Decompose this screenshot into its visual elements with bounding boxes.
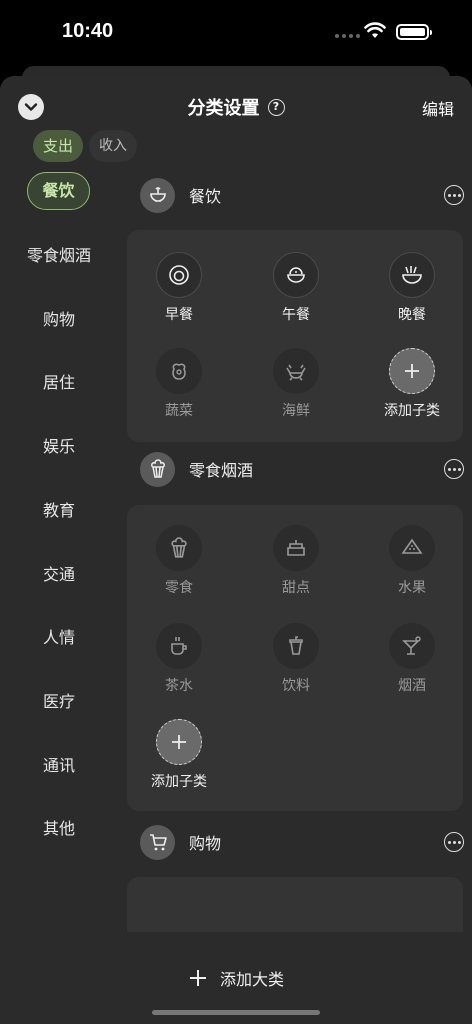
dinner-icon (389, 252, 435, 298)
drink-icon (273, 623, 319, 669)
subcategory-label: 晚餐 (398, 307, 426, 323)
category-settings-sheet: 分类设置? 编辑 支出 收入 餐饮 零食烟酒 购物 居住 娱乐 教育 交通 人情… (0, 76, 472, 1024)
subcategory-tea[interactable]: 茶水 (134, 623, 224, 695)
subcategory-drink[interactable]: 饮料 (251, 623, 341, 695)
subcategory-panel: 餐饮 早餐 午餐 晚餐 蔬菜 海鲜 添加子类 零食烟酒 零食 甜点 水果 茶水 … (126, 172, 472, 932)
status-time: 10:40 (62, 20, 114, 42)
subcategory-lunch[interactable]: 午餐 (251, 252, 341, 324)
plus-icon (189, 970, 206, 986)
subcategory-label: 蔬菜 (165, 403, 193, 419)
sidebar-item-transport[interactable]: 交通 (0, 561, 118, 585)
bowl-icon (140, 177, 175, 213)
group-name: 购物 (189, 834, 222, 853)
group-header-snacks: 零食烟酒 (140, 451, 464, 487)
type-tabs: 支出 收入 (33, 130, 138, 162)
group-name: 零食烟酒 (189, 461, 254, 480)
cart-icon (140, 824, 175, 860)
subcategory-label: 水果 (398, 580, 426, 596)
subcategory-card-snacks: 零食 甜点 水果 茶水 饮料 烟酒 添加子类 (127, 505, 463, 811)
tab-income[interactable]: 收入 (89, 130, 138, 162)
add-subcategory-button[interactable]: 添加子类 (134, 719, 224, 791)
edit-button[interactable]: 编辑 (422, 96, 454, 120)
more-icon[interactable] (444, 832, 464, 852)
subcategory-fruit[interactable]: 水果 (367, 525, 457, 597)
subcategory-label: 茶水 (165, 678, 193, 694)
sidebar-item-housing[interactable]: 居住 (0, 369, 118, 393)
sidebar-item-shopping[interactable]: 购物 (0, 306, 118, 330)
sidebar-item-medical[interactable]: 医疗 (0, 688, 118, 712)
subcategory-label: 早餐 (165, 307, 193, 323)
subcategory-label: 烟酒 (398, 678, 426, 694)
subcategory-seafood[interactable]: 海鲜 (251, 348, 341, 420)
sidebar-item-dining[interactable]: 餐饮 (27, 172, 90, 210)
more-icon[interactable] (444, 185, 464, 205)
subcategory-label: 甜点 (282, 580, 310, 596)
add-subcategory-label: 添加子类 (151, 774, 207, 790)
signal-dots-icon (335, 34, 360, 38)
status-bar: 10:40 (0, 0, 472, 64)
tea-icon (156, 623, 202, 669)
subcategory-snack[interactable]: 零食 (134, 525, 224, 597)
plus-icon (389, 348, 435, 394)
dessert-icon (273, 525, 319, 571)
subcategory-breakfast[interactable]: 早餐 (134, 252, 224, 324)
sidebar-item-snacks[interactable]: 零食烟酒 (0, 242, 118, 266)
page-title-container: 分类设置? (0, 94, 472, 120)
seafood-icon (273, 348, 319, 394)
group-name: 餐饮 (189, 187, 222, 206)
add-subcategory-button[interactable]: 添加子类 (367, 348, 457, 420)
lunch-icon (273, 252, 319, 298)
popcorn-icon (140, 451, 175, 487)
sidebar-item-education[interactable]: 教育 (0, 497, 118, 521)
subcategory-label: 饮料 (282, 678, 310, 694)
snack-icon (156, 525, 202, 571)
sidebar-item-telecom[interactable]: 通讯 (0, 752, 118, 776)
cocktail-icon (389, 623, 435, 669)
subcategory-card-shopping (127, 877, 463, 932)
battery-icon (396, 24, 432, 40)
wifi-icon (364, 22, 386, 38)
add-subcategory-label: 添加子类 (384, 403, 440, 419)
add-category-label: 添加大类 (219, 970, 284, 989)
page-title: 分类设置 (187, 98, 260, 119)
help-icon[interactable]: ? (267, 98, 285, 116)
more-icon[interactable] (444, 459, 464, 479)
fruit-icon (389, 525, 435, 571)
vegetable-icon (156, 348, 202, 394)
subcategory-vegetable[interactable]: 蔬菜 (134, 348, 224, 420)
group-header-shopping: 购物 (140, 824, 464, 860)
subcategory-alcohol[interactable]: 烟酒 (367, 623, 457, 695)
sidebar-item-entertainment[interactable]: 娱乐 (0, 433, 118, 457)
home-indicator (152, 1010, 320, 1015)
subcategory-card-dining: 早餐 午餐 晚餐 蔬菜 海鲜 添加子类 (127, 230, 463, 442)
sidebar-item-other[interactable]: 其他 (0, 815, 118, 839)
breakfast-icon (156, 252, 202, 298)
tab-expense[interactable]: 支出 (33, 130, 84, 162)
subcategory-dessert[interactable]: 甜点 (251, 525, 341, 597)
sidebar-item-gifts[interactable]: 人情 (0, 624, 118, 648)
subcategory-label: 海鲜 (282, 403, 310, 419)
add-category-button[interactable]: 添加大类 (0, 966, 472, 990)
subcategory-label: 午餐 (282, 307, 310, 323)
group-header-dining: 餐饮 (140, 177, 464, 213)
subcategory-dinner[interactable]: 晚餐 (367, 252, 457, 324)
subcategory-label: 零食 (165, 580, 193, 596)
plus-icon (156, 719, 202, 765)
